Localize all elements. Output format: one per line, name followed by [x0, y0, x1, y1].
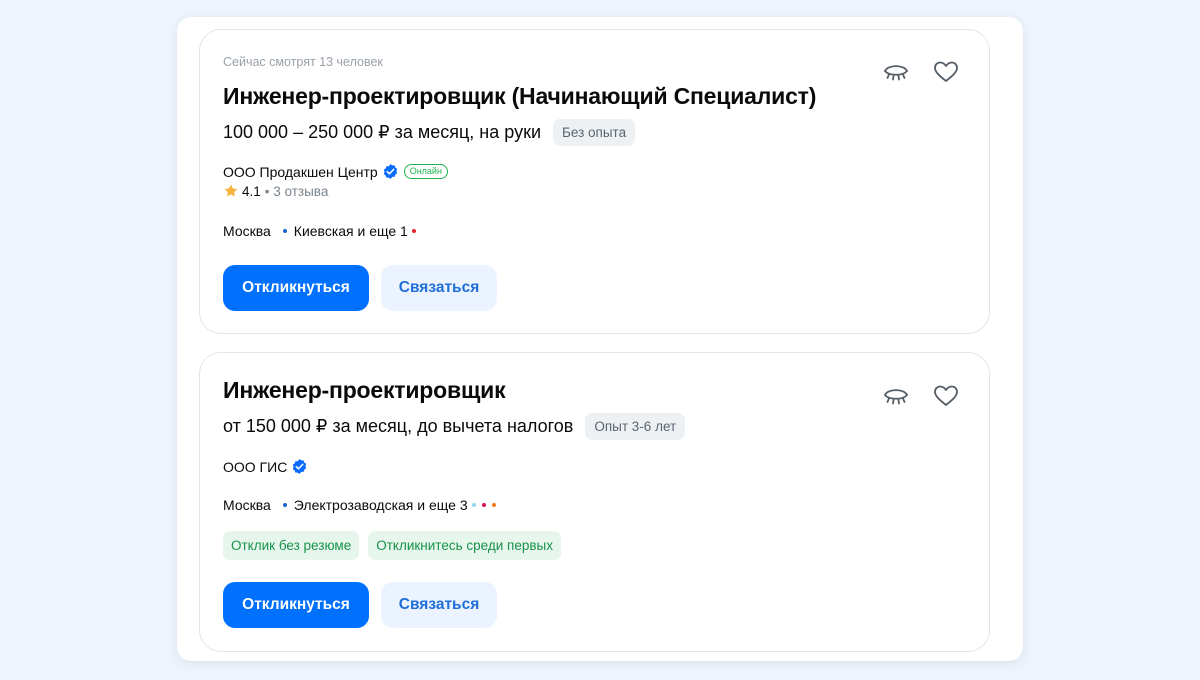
vacancy-card[interactable]: Инженер-проектировщик от 150 000 ₽ за ме… [199, 352, 990, 652]
metro-station: Электрозаводская и еще 3 [293, 497, 468, 513]
salary-row: 100 000 – 250 000 ₽ за месяц, на руки Бе… [223, 119, 636, 146]
hide-vacancy-button[interactable] [881, 57, 911, 87]
heart-icon [934, 61, 958, 82]
verified-check-icon [382, 163, 399, 180]
contact-button[interactable]: Связаться [381, 582, 497, 628]
contact-button[interactable]: Связаться [381, 265, 497, 311]
company-name[interactable]: ООО Продакшен Центр [223, 164, 378, 180]
metro-line-dot [491, 503, 496, 507]
company-row: ООО Продакшен Центр Онлайн [223, 163, 448, 180]
vacancy-title[interactable]: Инженер-проектировщик (Начинающий Специа… [223, 83, 816, 110]
city: Москва [223, 497, 271, 513]
vacancy-card[interactable]: Сейчас смотрят 13 человек Инженер-проект… [199, 29, 990, 334]
card-buttons: Откликнуться Связаться [223, 582, 497, 628]
tag-be-first: Откликнитесь среди первых [368, 531, 561, 560]
metro-line-dot [481, 503, 486, 507]
tag-no-resume: Отклик без резюме [223, 531, 360, 560]
favorite-button[interactable] [931, 381, 961, 411]
vacancy-title[interactable]: Инженер-проектировщик [223, 377, 506, 404]
heart-icon [934, 385, 958, 406]
tag-row: Отклик без резюме Откликнитесь среди пер… [223, 531, 570, 560]
eye-closed-icon [884, 65, 908, 81]
reviews-count: • 3 отзыва [264, 183, 329, 199]
metro-station: Киевская и еще 1 [293, 223, 408, 239]
salary: от 150 000 ₽ за месяц, до вычета налогов [223, 416, 574, 436]
online-badge: Онлайн [403, 164, 448, 179]
watchers-count: Сейчас смотрят 13 человек [223, 55, 383, 69]
apply-button[interactable]: Откликнуться [223, 582, 369, 628]
apply-button[interactable]: Откликнуться [223, 265, 369, 311]
rating-value: 4.1 [242, 183, 261, 199]
metro-line-dot [471, 503, 476, 507]
city: Москва [223, 223, 271, 239]
vacancy-list: Сейчас смотрят 13 человек Инженер-проект… [177, 17, 1023, 661]
company-row: ООО ГИС [223, 458, 308, 475]
salary: 100 000 – 250 000 ₽ за месяц, на руки [223, 122, 541, 142]
location-row: Москва Электрозаводская и еще 3 [223, 497, 496, 513]
rating-row[interactable]: 4.1 • 3 отзыва [223, 183, 328, 199]
star-icon [223, 183, 239, 199]
favorite-button[interactable] [931, 57, 961, 87]
metro-line-dot [282, 503, 287, 507]
verified-check-icon [291, 458, 308, 475]
card-actions [881, 57, 961, 87]
metro-line-dot [282, 229, 287, 233]
eye-closed-icon [884, 389, 908, 405]
location-row: Москва Киевская и еще 1 [223, 223, 416, 239]
card-buttons: Откликнуться Связаться [223, 265, 497, 311]
experience-badge: Опыт 3-6 лет [585, 413, 686, 440]
experience-badge: Без опыта [553, 119, 636, 146]
hide-vacancy-button[interactable] [881, 381, 911, 411]
salary-row: от 150 000 ₽ за месяц, до вычета налогов… [223, 413, 686, 440]
company-name[interactable]: ООО ГИС [223, 459, 287, 475]
card-actions [881, 381, 961, 411]
metro-line-dot [411, 229, 416, 233]
